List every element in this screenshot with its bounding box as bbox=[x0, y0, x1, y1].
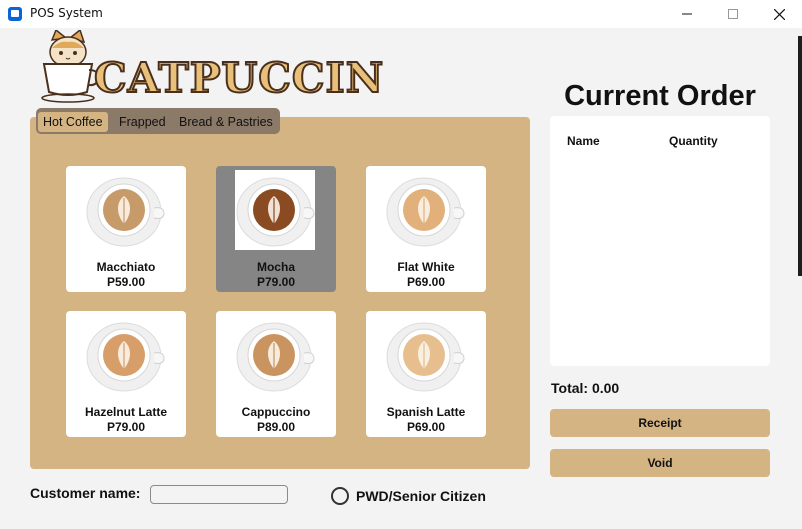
menu-item-card[interactable]: Macchiato P59.00 bbox=[66, 166, 186, 292]
minimize-icon bbox=[682, 13, 692, 15]
coffee-cup-latte-art-icon bbox=[86, 322, 165, 392]
category-tabs: Hot Coffee Frapped Bread & Pastries bbox=[36, 108, 280, 134]
column-header-name: Name bbox=[567, 134, 600, 148]
menu-item-price: P79.00 bbox=[106, 420, 146, 434]
menu-item-price: P79.00 bbox=[256, 275, 296, 289]
catpuccino-logo: CATPUCCINO bbox=[41, 30, 385, 103]
menu-item-name: Spanish Latte bbox=[386, 405, 466, 419]
window-edge bbox=[798, 36, 802, 276]
tab-frapped[interactable]: Frapped bbox=[114, 112, 171, 132]
menu-item-name: Cappuccino bbox=[241, 405, 311, 419]
menu-item-price: P59.00 bbox=[106, 275, 146, 289]
menu-item-card[interactable]: Spanish Latte P69.00 bbox=[366, 311, 486, 437]
app-icon bbox=[8, 7, 22, 21]
cat-in-cup-icon bbox=[41, 30, 100, 103]
menu-item-card[interactable]: Mocha P79.00 bbox=[216, 166, 336, 292]
customer-name-input[interactable] bbox=[150, 485, 288, 504]
menu-item-price: P69.00 bbox=[406, 275, 446, 289]
pwd-senior-radio[interactable] bbox=[331, 487, 349, 505]
close-button[interactable] bbox=[756, 0, 802, 28]
customer-name-label: Customer name: bbox=[30, 485, 141, 501]
coffee-cup-latte-art-icon bbox=[386, 177, 465, 247]
menu-item-name: Flat White bbox=[397, 260, 455, 274]
minimize-button[interactable] bbox=[664, 0, 710, 28]
coffee-cup-latte-art-icon bbox=[236, 177, 315, 247]
menu-item-name: Macchiato bbox=[96, 260, 156, 274]
coffee-cup-latte-art-icon bbox=[86, 177, 165, 247]
menu-item-card[interactable]: Cappuccino P89.00 bbox=[216, 311, 336, 437]
order-title: Current Order bbox=[564, 80, 756, 112]
maximize-button[interactable] bbox=[710, 0, 756, 28]
window-title: POS System bbox=[30, 6, 103, 20]
brand-name: CATPUCCINO bbox=[94, 54, 385, 102]
order-list: Name Quantity bbox=[550, 116, 770, 366]
menu-item-price: P69.00 bbox=[406, 420, 446, 434]
menu-item-card[interactable]: Hazelnut Latte P79.00 bbox=[66, 311, 186, 437]
column-header-quantity: Quantity bbox=[669, 134, 718, 148]
close-icon bbox=[773, 8, 785, 20]
coffee-cup-latte-art-icon bbox=[236, 322, 315, 392]
tab-hot-coffee[interactable]: Hot Coffee bbox=[38, 112, 108, 132]
receipt-button[interactable]: Receipt bbox=[550, 409, 770, 437]
coffee-cup-latte-art-icon bbox=[386, 322, 465, 392]
order-total: Total: 0.00 bbox=[551, 380, 620, 396]
title-bar: POS System bbox=[0, 0, 802, 28]
menu-item-name: Hazelnut Latte bbox=[84, 405, 167, 419]
menu-item-name: Mocha bbox=[256, 260, 295, 274]
menu-item-price: P89.00 bbox=[256, 420, 296, 434]
menu-item-card[interactable]: Flat White P69.00 bbox=[366, 166, 486, 292]
void-button[interactable]: Void bbox=[550, 449, 770, 477]
maximize-icon bbox=[728, 9, 738, 19]
tab-bread-pastries[interactable]: Bread & Pastries bbox=[174, 112, 278, 132]
pwd-senior-label: PWD/Senior Citizen bbox=[356, 488, 486, 504]
